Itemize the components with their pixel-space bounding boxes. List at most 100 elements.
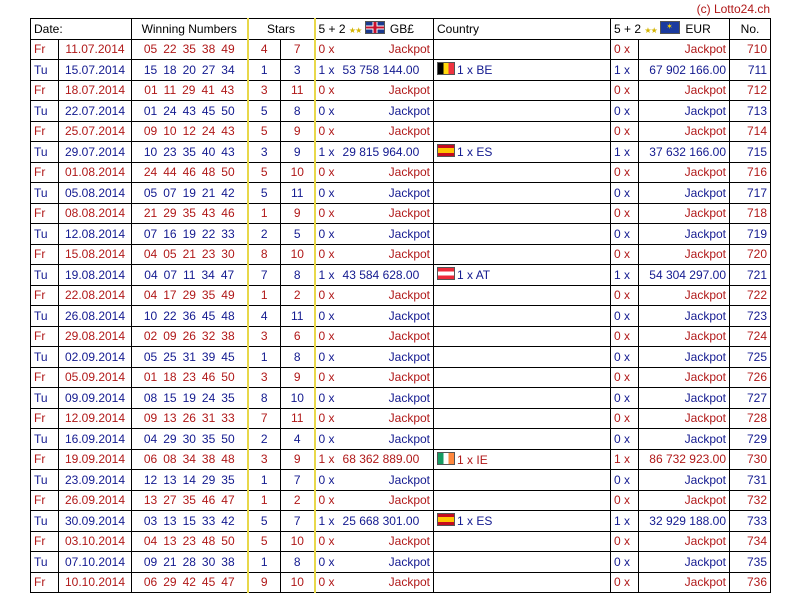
eur-winners-cell: 0 x (610, 243, 640, 265)
country-cell: 1 x BE (433, 59, 612, 81)
date-cell: 01.08.2014 (58, 161, 132, 183)
day-cell: Tu (30, 551, 59, 573)
eur-winners-cell: 0 x (610, 305, 640, 327)
winning-number: 35 (201, 288, 216, 303)
draw-number-cell: 716 (729, 161, 772, 183)
eur-winners-cell: 0 x (610, 223, 640, 245)
gbp-amount: Jackpot (388, 308, 431, 323)
day-cell: Tu (30, 223, 59, 245)
country-flag-icon (437, 144, 456, 158)
table-row: Fr 15.08.2014 04 05 21 23 30 8 10 0 x Jackpot 0 x Ja… (30, 243, 772, 265)
winning-number: 35 (182, 493, 196, 508)
eur-amount-cell: Jackpot (638, 120, 731, 142)
country-cell (433, 325, 612, 347)
winning-number: 05 (143, 42, 158, 57)
stars-icon: ★★ (348, 26, 362, 36)
header-row: Date: Winning Numbers Stars 5 + 2 ★★ GB£… (30, 18, 772, 40)
prize-gbp-cell: 0 x Jackpot (314, 38, 435, 60)
numbers-cell: 15 18 20 27 34 (131, 59, 248, 81)
table-row: Tu 30.09.2014 03 13 15 33 42 5 7 1 x 25 668 301.00… (30, 510, 772, 532)
winning-number: 49 (221, 42, 235, 57)
stars-icon: ★★ (644, 26, 657, 36)
gbp-amount: 53 758 144.00 (342, 62, 420, 77)
eur-amount-cell: Jackpot (638, 346, 731, 368)
winning-number: 29 (163, 431, 177, 446)
eur-winners-cell: 0 x (610, 100, 640, 122)
header-winning-numbers: Winning Numbers (131, 18, 248, 40)
winning-number: 35 (221, 390, 235, 405)
country-cell (433, 223, 612, 245)
prize-gbp-cell: 0 x Jackpot (314, 469, 435, 491)
winning-number: 31 (182, 349, 196, 364)
eur-winners-cell: 0 x (610, 551, 640, 573)
eur-amount-cell: Jackpot (638, 182, 731, 204)
date-cell: 19.09.2014 (58, 448, 132, 470)
gbp-amount: Jackpot (388, 411, 431, 426)
draw-number-cell: 713 (729, 100, 772, 122)
numbers-cell: 09 10 12 24 43 (131, 120, 248, 142)
draw-number-cell: 729 (729, 428, 772, 450)
gbp-amount: 68 362 889.00 (342, 452, 420, 467)
gbp-winners: 0 x (318, 370, 335, 385)
winning-number: 25 (163, 349, 177, 364)
table-row: Tu 05.08.2014 05 07 19 21 42 5 11 0 x Jackpot 0 x Ja… (30, 182, 772, 204)
winning-number: 43 (201, 206, 216, 221)
prize-gbp-cell: 0 x Jackpot (314, 325, 435, 347)
winning-number: 06 (143, 452, 158, 467)
eur-winners-cell: 1 x (610, 141, 640, 163)
star-2-cell: 7 (279, 38, 316, 60)
table-row: Tu 16.09.2014 04 29 30 35 50 2 4 0 x Jackpot 0 x Jac… (30, 428, 772, 450)
country-cell (433, 551, 612, 573)
country-cell (433, 182, 612, 204)
winning-number: 04 (143, 288, 158, 303)
gbp-amount: 25 668 301.00 (342, 513, 420, 528)
date-cell: 29.07.2014 (58, 141, 132, 163)
star-2-cell: 10 (279, 243, 316, 265)
table-row: Fr 12.09.2014 09 13 26 31 33 7 11 0 x Jackpot 0 x Ja… (30, 407, 772, 429)
gbp-winners: 0 x (318, 308, 335, 323)
gbp-winners: 0 x (318, 575, 335, 590)
winning-number: 02 (143, 329, 158, 344)
winning-number: 42 (182, 575, 196, 590)
date-cell: 07.10.2014 (58, 551, 132, 573)
day-cell: Tu (30, 141, 59, 163)
winning-number: 05 (143, 185, 158, 200)
prize-gbp-cell: 0 x Jackpot (314, 407, 435, 429)
winning-number: 42 (221, 185, 235, 200)
numbers-cell: 01 24 43 45 50 (131, 100, 248, 122)
winning-number: 44 (163, 165, 177, 180)
date-cell: 12.09.2014 (58, 407, 132, 429)
prize-gbp-cell: 0 x Jackpot (314, 284, 435, 306)
winning-number: 21 (182, 247, 196, 262)
gbp-amount: 29 815 964.00 (342, 144, 420, 159)
eur-amount-cell: Jackpot (638, 79, 731, 101)
draw-number-cell: 728 (729, 407, 772, 429)
numbers-cell: 10 23 35 40 43 (131, 141, 248, 163)
numbers-cell: 04 29 30 35 50 (131, 428, 248, 450)
winning-number: 22 (163, 42, 177, 57)
numbers-cell: 03 13 15 33 42 (131, 510, 248, 532)
winning-number: 34 (182, 452, 196, 467)
header-eur-currency: EUR (685, 22, 711, 37)
day-cell: Fr (30, 161, 59, 183)
prize-gbp-cell: 1 x 53 758 144.00 (314, 59, 435, 81)
numbers-cell: 09 13 26 31 33 (131, 407, 248, 429)
winning-number: 19 (182, 226, 196, 241)
winning-number: 35 (221, 472, 235, 487)
winning-number: 26 (182, 329, 196, 344)
header-date: Date: (30, 18, 132, 40)
winning-number: 24 (143, 165, 158, 180)
numbers-cell: 12 13 14 29 35 (131, 469, 248, 491)
star-2-cell: 10 (279, 387, 316, 409)
winning-number: 20 (182, 62, 196, 77)
star-1-cell: 1 (246, 346, 281, 368)
header-prize-gbp: 5 + 2 ★★ GB£ (314, 18, 435, 40)
draw-number-cell: 730 (729, 448, 772, 470)
gbp-winners: 0 x (318, 247, 335, 262)
table-row: Tu 02.09.2014 05 25 31 39 45 1 8 0 x Jackpot 0 x Jac… (30, 346, 772, 368)
winning-number: 23 (163, 144, 177, 159)
winning-number: 28 (182, 554, 196, 569)
date-cell: 29.08.2014 (58, 325, 132, 347)
results-body: Fr 11.07.2014 05 22 35 38 49 4 7 0 x Jackpot 0 x Jac… (30, 38, 772, 593)
draw-number-cell: 723 (729, 305, 772, 327)
